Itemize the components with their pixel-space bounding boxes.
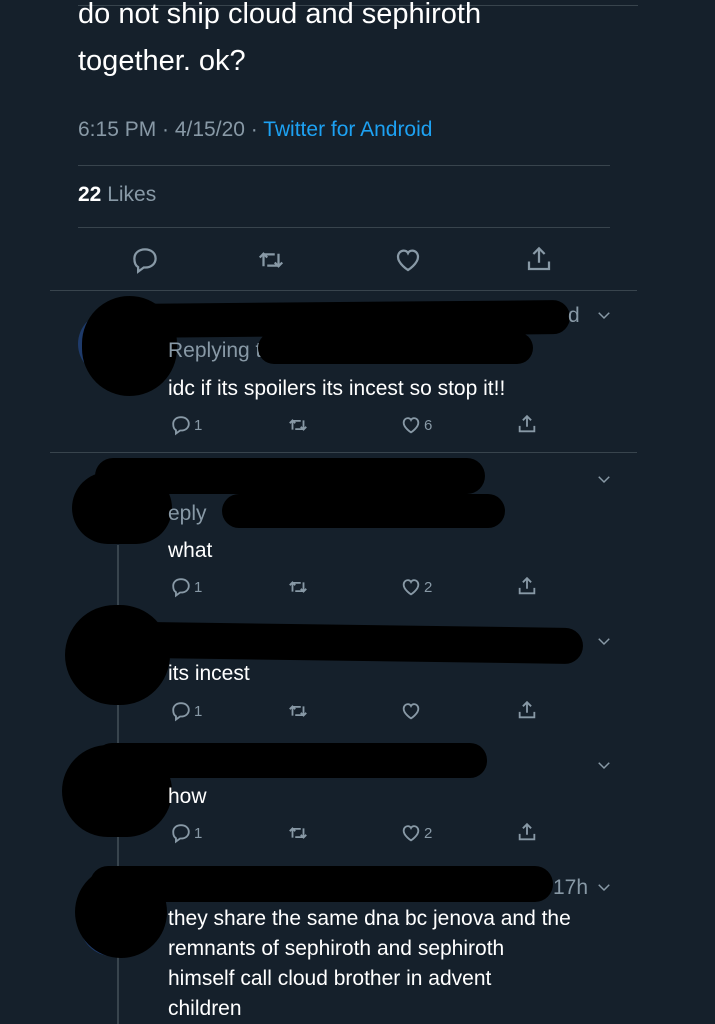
retweet-icon [289,827,307,839]
chevron-down-icon [598,762,610,770]
heart-icon [402,703,420,720]
reply-text: they share the same dna bc jenova and th… [168,904,571,1024]
like-count: 2 [424,578,433,596]
reply-text-line: himself call cloud brother in advent [168,967,492,990]
redaction-scribble [95,458,485,494]
chevron-down-icon [598,638,610,646]
chevron-down-icon [598,884,610,892]
replying-to: Replying t [168,339,262,362]
reply-text: how [168,785,207,808]
retweet-button[interactable] [286,576,310,598]
reply-text-line: they share the same dna bc jenova and th… [168,907,571,930]
chevron-down-icon [598,312,610,320]
tweet-text-line-1: do not ship cloud and sephiroth [78,0,482,30]
share-icon [527,246,551,271]
reply-button[interactable]: 1 [170,700,202,722]
tweet-text: do not ship cloud and sephiroth together… [78,0,678,83]
like-button[interactable] [400,700,424,722]
redaction-scribble [258,332,533,364]
more-menu-button[interactable] [595,470,613,493]
divider [78,227,610,228]
heart-icon [402,579,420,596]
reply-button[interactable]: 1 [170,414,202,436]
heart-icon [402,825,420,842]
share-icon [518,700,536,719]
retweet-button[interactable] [286,414,310,436]
retweet-button[interactable] [255,245,287,275]
reply-count: 1 [194,416,203,434]
redaction-scribble [139,621,584,665]
reply-timestamp: d [568,304,580,327]
like-count: 6 [424,416,433,434]
share-icon [518,576,536,595]
reply-button[interactable]: 1 [170,822,202,844]
retweet-icon [289,419,307,431]
tweet-timestamp: 6:15 PM · 4/15/20 · [78,118,264,141]
share-button[interactable] [516,820,538,844]
more-menu-button[interactable] [595,756,613,779]
retweet-button[interactable] [286,822,310,844]
share-icon [518,414,536,433]
like-count: 2 [424,824,433,842]
more-menu-button[interactable] [595,878,613,901]
chevron-down-icon [598,476,610,484]
share-button[interactable] [516,698,538,722]
reply-icon [172,578,190,598]
retweet-icon [289,705,307,717]
replying-to: eply [168,502,207,525]
redaction-scribble [90,866,553,902]
reply-text: its incest [168,662,250,685]
likes-label: Likes [101,183,157,206]
reply-count: 1 [194,578,203,596]
tweet-meta: 6:15 PM · 4/15/20 · Twitter for Android [78,118,432,142]
reply-count: 1 [194,824,203,842]
reply-count: 1 [194,702,203,720]
divider [50,452,637,453]
tweet-text-line-2: together. ok? [78,45,246,77]
more-menu-button[interactable] [595,632,613,655]
divider [78,165,610,166]
reply-icon [172,702,190,722]
reply-icon [172,416,190,436]
redaction-scribble [95,743,487,778]
redaction-scribble [222,494,505,528]
like-button[interactable]: 2 [400,576,432,598]
share-button[interactable] [516,412,538,436]
divider [50,290,637,291]
reply-text: what [168,539,213,562]
tweet-source-link[interactable]: Twitter for Android [263,118,432,141]
retweet-icon [289,581,307,593]
share-icon [518,822,536,841]
reply-text-line: children [168,997,242,1020]
reply-text: idc if its spoilers its incest so stop i… [168,377,506,400]
retweet-button[interactable] [286,700,310,722]
heart-icon [402,417,420,434]
reply-text-line: remnants of sephiroth and sephiroth [168,937,505,960]
likes-count: 22 [78,183,102,206]
reply-icon [133,248,157,274]
more-menu-button[interactable] [595,306,613,329]
like-button[interactable]: 6 [400,414,432,436]
reply-icon [172,824,190,844]
reply-button[interactable]: 1 [170,576,202,598]
share-button[interactable] [524,243,554,275]
like-button[interactable]: 2 [400,822,432,844]
heart-icon [396,249,420,272]
reply-button[interactable] [130,245,160,275]
likes-link[interactable]: 22 Likes [78,183,156,207]
like-button[interactable] [393,245,423,275]
retweet-icon [258,252,284,268]
share-button[interactable] [516,574,538,598]
reply-timestamp: 17h [553,876,589,899]
